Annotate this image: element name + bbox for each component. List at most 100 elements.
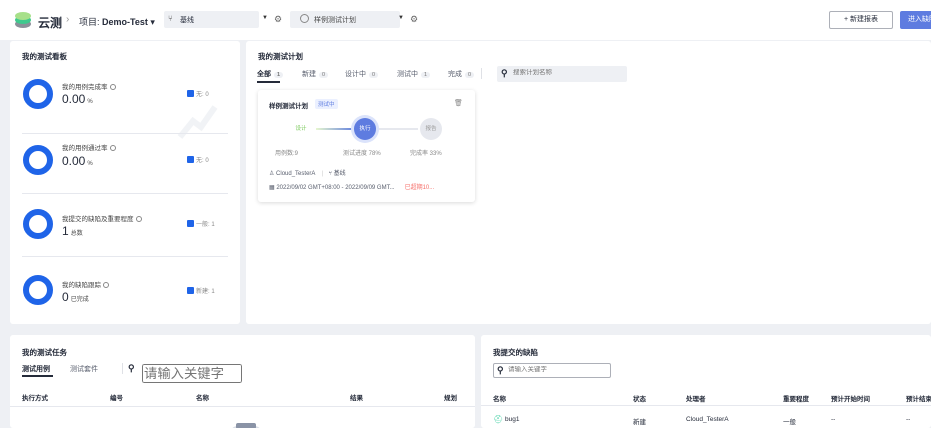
defect-handler: Cloud_TesterA [686,416,729,423]
tab-test-suites[interactable]: 测试套件 [70,364,98,374]
divider [22,256,228,257]
plan-name[interactable]: 样例测试计划 [269,100,308,110]
plan-date-row: ▦ 2022/09/02 GMT+08:00 - 2022/09/09 GMT.… [269,185,435,191]
defect-name-link[interactable]: bug1 [505,416,519,423]
cloud-test-logo-icon[interactable] [14,11,32,29]
divider [22,133,228,134]
info-icon[interactable] [135,216,142,222]
info-icon[interactable] [109,84,116,90]
status-badge: 测试中 [315,99,338,109]
divider [481,68,482,79]
search-icon: ⚲ [497,365,504,375]
tab-testing[interactable]: 测试中 1 [397,69,431,79]
new-report-button[interactable]: + 新建报表 [829,11,893,29]
metric-legend: 一般: 1 [187,219,215,228]
task-search[interactable]: ⚲ [128,362,248,383]
column-header: 重要程度 [783,396,809,403]
info-icon[interactable] [103,282,109,288]
chevron-down-icon: ▾ [150,17,155,27]
metric-defect-tracking: 我的缺陷跟踪 0 已完成 新建: 1 [10,269,240,339]
plan-search[interactable]: ⚲ [497,66,627,82]
divider [122,363,123,374]
overdue-badge: 已超期10... [404,185,435,191]
column-header: 名称 [493,396,506,403]
active-tab-indicator [22,375,53,377]
metric-label: 我的缺陷跟踪 [62,279,109,289]
test-tasks-card: 我的测试任务 测试用例 测试套件 ⚲ 执行方式 编号 名称 结果 规划 [10,335,475,428]
plan-select[interactable]: 样例测试计划 [290,11,400,28]
flow-connector [316,128,356,130]
tracking-ring-chart [23,275,53,305]
step-design: 设计 [289,118,313,140]
plan-owner-row: ♙ Cloud_TesterA | ⑂ 基线 [269,171,346,177]
case-count: 用例数:9 [275,151,299,157]
pass-rate-ring-chart [23,145,53,175]
info-icon[interactable] [109,145,116,151]
branch-icon: ⑂ [168,14,173,23]
column-header: 处理者 [686,396,706,403]
completion-rate: 完成率 33% [410,151,442,157]
metric-legend: 无: 0 [187,89,209,98]
active-tab-indicator [257,81,280,83]
defect-status: 新建 [633,419,646,426]
metric-value: 0.00% [62,92,93,106]
metric-case-pass-rate: 我的用例通过率 0.00% 无: 0 [10,137,240,207]
project-label: 项目: [79,17,103,27]
metric-value: 1 总数 [62,224,83,238]
column-header: 编号 [110,395,123,402]
column-header: 状态 [633,396,646,403]
brand-name[interactable]: 云测 [38,14,62,31]
divider [10,406,475,407]
step-report: 报告 [420,118,442,140]
defect-start-time: -- [831,416,836,423]
tab-completed[interactable]: 完成 0 [448,69,475,79]
submitted-defects-card: 我提交的缺陷 ⚲ 名称 状态 处理者 重要程度 预计开始时间 预计结束 ⛑ bu… [481,335,931,428]
gear-icon[interactable]: ⚙ [410,14,418,25]
enter-defects-button[interactable]: 进入缺陷 [900,11,931,29]
plan-select-value: 样例测试计划 [314,17,356,24]
defect-severity: 一般 [783,419,796,426]
metric-legend: 新建: 1 [187,286,215,295]
defects-ring-chart [23,209,53,239]
tasks-title: 我的测试任务 [22,348,67,357]
metric-value: 0.00% [62,154,93,168]
metric-label: 我提交的缺陷及重要程度 [62,213,142,223]
branch-select[interactable]: ⑂ 基线 [164,11,259,28]
defect-search[interactable]: ⚲ [493,363,611,378]
top-bar: 云测 › 项目: Demo-Test ▾ ⑂ 基线 ▼ ⚙ 样例测试计划 ▼ ⚙… [0,0,931,40]
trash-icon[interactable]: 🗑 [454,99,463,107]
metric-label: 我的用例通过率 [62,142,116,152]
defect-end-time: -- [906,416,911,423]
plan-card[interactable]: 样例测试计划 测试中 🗑 设计 执行 报告 用例数:9 测试进度 78% 完成率… [258,90,475,202]
tab-all[interactable]: 全部 1 [257,69,284,79]
metric-label: 我的用例完成率 [62,81,116,91]
user-icon: ♙ [269,171,277,177]
tab-test-cases[interactable]: 测试用例 [22,364,50,374]
tab-designing[interactable]: 设计中 0 [345,69,379,79]
flow-connector [378,128,418,130]
plan-search-input[interactable] [513,69,623,76]
search-icon: ⚲ [501,68,508,78]
plan-icon [300,14,309,23]
tab-new[interactable]: 新建 0 [302,69,329,79]
chevron-down-icon[interactable]: ▼ [398,15,404,21]
divider [22,193,228,194]
test-progress: 测试进度 78% [343,151,381,157]
divider [481,405,931,406]
test-dashboard-card: 我的测试看板 我的用例完成率 0.00% 无: 0 我的用例通过率 0.00% … [10,41,240,324]
column-header: 预计开始时间 [831,396,870,403]
bug-icon: ⛑ [493,415,504,424]
gear-icon[interactable]: ⚙ [274,14,282,25]
metric-defects-severity: 我提交的缺陷及重要程度 1 总数 一般: 1 [10,203,240,273]
metric-legend: 无: 0 [187,155,209,164]
task-search-input[interactable] [142,364,242,383]
defect-search-input[interactable] [508,366,606,373]
column-header: 预计结束 [906,396,931,403]
chevron-down-icon[interactable]: ▼ [262,15,268,21]
test-plans-card: 我的测试计划 全部1 新建0 设计中0 测试中1 完成0 ⚲ 样例测试计划 测试… [246,41,931,324]
breadcrumb-separator: › [66,14,70,25]
project-switcher[interactable]: 项目: Demo-Test ▾ [79,15,155,28]
column-header: 名称 [196,395,209,402]
search-icon: ⚲ [128,363,135,373]
completion-ring-chart [23,79,53,109]
